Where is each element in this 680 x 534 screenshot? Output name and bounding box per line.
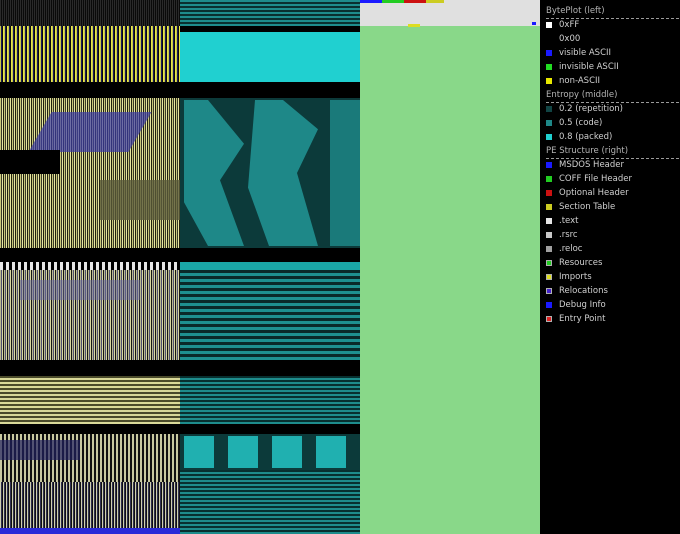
legend-swatch [546,316,552,322]
legend-swatch [546,218,552,224]
legend-swatch [546,162,552,168]
pe-item-coff-file-header: COFF File Header [546,173,632,185]
pe-item-resources: Resources [546,257,602,269]
legend-label: visible ASCII [559,48,612,58]
legend-label: .reloc [559,244,583,254]
pe-item-imports: Imports [546,271,592,283]
legend-swatch [546,22,552,28]
byteplot-title: BytePlot (left) [546,6,605,16]
legend-label: Relocations [559,286,608,296]
legend-swatch [546,274,552,280]
legend-label: Resources [559,258,603,268]
byteplot-item-visible-ascii: visible ASCII [546,47,611,59]
pe-item-msdos-header: MSDOS Header [546,159,624,171]
byteplot-item-non-ascii: non-ASCII [546,75,600,87]
legend-label: Entry Point [559,314,606,324]
byteplot-item-0x00: 0x00 [546,33,580,45]
legend-label: .text [559,216,579,226]
entropy-title: Entropy (middle) [546,90,618,100]
pe-item-entry-point: Entry Point [546,313,605,325]
pe-structure-title: PE Structure (right) [546,146,629,156]
entropy-item-0-8-packed: 0.8 (packed) [546,131,612,143]
entropy-item-0-2-repetition: 0.2 (repetition) [546,103,623,115]
entropy-item-0-5-code: 0.5 (code) [546,117,602,129]
legend-swatch [546,50,552,56]
legend-swatch [546,36,552,42]
legend-label: COFF File Header [559,174,632,184]
legend-label: Debug Info [559,300,606,310]
pe-item-debug-info: Debug Info [546,299,606,311]
legend-swatch [546,232,552,238]
pe-item-section-table: Section Table [546,201,615,213]
legend-swatch [546,176,552,182]
entropy-panel [180,0,360,534]
legend-label: Imports [559,272,592,282]
legend-label: MSDOS Header [559,160,625,170]
pe-structure-panel [360,0,540,534]
legend-label: invisible ASCII [559,62,619,72]
pe-item-optional-header: Optional Header [546,187,629,199]
legend-swatch [546,302,552,308]
legend-label: 0.2 (repetition) [559,104,623,114]
pe-item-relocations: Relocations [546,285,608,297]
legend-label: 0x00 [559,34,581,44]
legend-swatch [546,120,552,126]
pe-item-reloc: .reloc [546,243,582,255]
legend-label: 0.8 (packed) [559,132,613,142]
pe-item-rsrc: .rsrc [546,229,578,241]
legend-label: 0.5 (code) [559,118,603,128]
legend-label: 0xFF [559,20,580,30]
legend-label: Section Table [559,202,616,212]
legend-panel: BytePlot (left) 0xFF 0x00 visible ASCII inv… [540,0,680,534]
legend-swatch [546,64,552,70]
pe-item-text: .text [546,215,578,227]
legend-swatch [546,78,552,84]
legend-swatch [546,260,552,266]
legend-swatch [546,288,552,294]
legend-label: non-ASCII [559,76,601,86]
byteplot-item-invisible-ascii: invisible ASCII [546,61,619,73]
legend-swatch [546,134,552,140]
legend-swatch [546,106,552,112]
legend-swatch [546,204,552,210]
byteplot-item-0xff: 0xFF [546,19,579,31]
legend-label: .rsrc [559,230,578,240]
legend-swatch [546,246,552,252]
byteplot-panel [0,0,180,534]
legend-swatch [546,190,552,196]
legend-label: Optional Header [559,188,629,198]
